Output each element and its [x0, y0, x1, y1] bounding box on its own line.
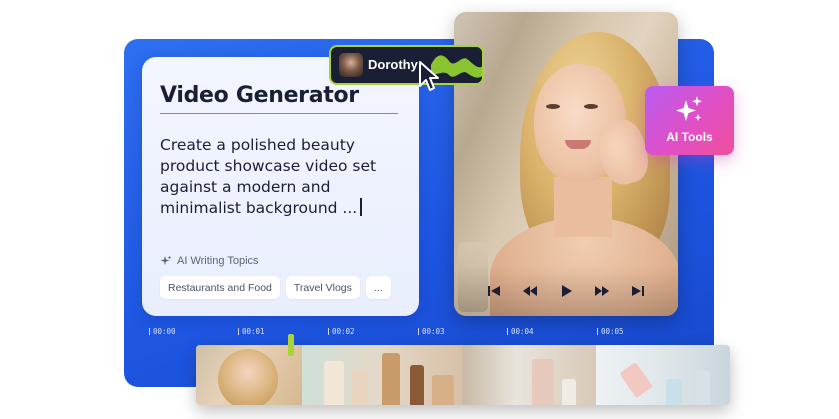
text-caret	[360, 198, 362, 216]
product-bottle	[666, 379, 682, 405]
rewind-icon[interactable]	[522, 283, 538, 299]
product-bottle	[696, 371, 710, 405]
timeline-tick: 00:04	[507, 327, 534, 336]
preview-subject-neck	[554, 177, 612, 237]
player-controls	[454, 266, 678, 316]
timeline-tick: 00:02	[328, 327, 355, 336]
chip-restaurants-and-food[interactable]: Restaurants and Food	[160, 276, 280, 299]
video-generator-panel: Video Generator Create a polished beauty…	[142, 57, 419, 316]
play-icon[interactable]	[558, 283, 574, 299]
collaborator-tag[interactable]: Dorothy	[329, 45, 484, 85]
timeline-tick: 00:00	[149, 327, 176, 336]
chip-more[interactable]: ...	[365, 276, 391, 299]
preview-subject-eye	[584, 104, 598, 109]
product-bottle	[382, 353, 400, 405]
product-bottle	[619, 361, 653, 399]
video-preview[interactable]	[454, 12, 678, 316]
clip-track[interactable]	[196, 345, 730, 405]
skip-end-icon[interactable]	[630, 283, 646, 299]
timeline-tick: 00:03	[418, 327, 445, 336]
collaborator-name: Dorothy	[368, 57, 418, 72]
product-bottle	[324, 361, 344, 405]
clip-thumbnail[interactable]	[302, 345, 462, 405]
timeline-tick: 00:01	[238, 327, 265, 336]
thumbnail-face	[218, 349, 278, 405]
sparkles-icon	[676, 96, 702, 121]
product-bottle	[562, 379, 576, 405]
ai-writing-topics: AI Writing Topics	[160, 255, 259, 267]
clip-thumbnail[interactable]	[462, 345, 596, 405]
title-divider	[160, 113, 398, 114]
panel-title: Video Generator	[160, 83, 359, 108]
sparkle-icon	[160, 255, 172, 265]
skip-start-icon[interactable]	[486, 283, 502, 299]
product-bottle	[532, 359, 554, 405]
preview-subject-eye	[546, 104, 560, 109]
fast-forward-icon[interactable]	[594, 283, 610, 299]
timeline-tick: 00:05	[597, 327, 624, 336]
clip-thumbnail[interactable]	[196, 345, 302, 405]
timeline-ruler: 00:00 00:01 00:02 00:03 00:04 00:05	[149, 327, 669, 341]
mouse-pointer-icon	[419, 61, 439, 91]
chip-travel-vlogs[interactable]: Travel Vlogs	[285, 276, 360, 299]
topic-chips: Restaurants and Food Travel Vlogs ...	[160, 276, 391, 299]
product-bottle	[410, 365, 424, 405]
product-bottle	[352, 369, 368, 405]
avatar	[339, 53, 363, 77]
prompt-input[interactable]: Create a polished beauty product showcas…	[160, 135, 405, 219]
clip-thumbnail[interactable]	[596, 345, 730, 405]
ai-tools-button[interactable]: AI Tools	[645, 86, 734, 155]
product-bottle	[432, 375, 454, 405]
topics-label: AI Writing Topics	[177, 255, 259, 267]
timeline-playhead[interactable]	[288, 334, 294, 356]
ai-tools-label: AI Tools	[666, 130, 713, 144]
prompt-text: Create a polished beauty product showcas…	[160, 136, 377, 217]
